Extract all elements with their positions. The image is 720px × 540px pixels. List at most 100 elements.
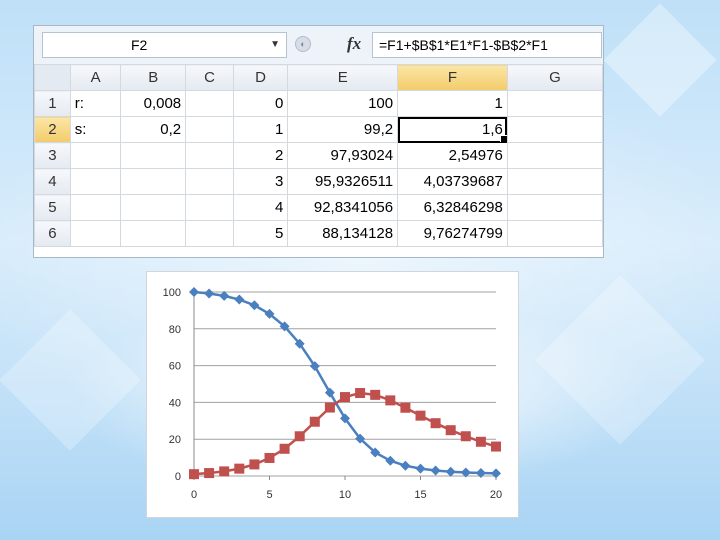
data-point-square [234,463,245,474]
cell-b5[interactable] [120,194,187,221]
data-point-diamond [415,463,426,474]
cell-f4[interactable]: 4,03739687 [397,168,508,195]
column-header-d[interactable]: D [232,64,289,91]
data-point-square [324,402,335,413]
column-header-e[interactable]: E [287,64,399,91]
cell-b2[interactable]: 0,2 [120,116,187,143]
data-point-square [430,418,441,429]
cell-e1[interactable]: 100 [287,90,399,117]
cell-b1[interactable]: 0,008 [120,90,187,117]
x-tick-label: 20 [490,489,502,501]
cell-d4[interactable]: 3 [232,168,289,195]
data-point-square [249,459,260,470]
column-header-b[interactable]: B [120,64,187,91]
column-header-c[interactable]: C [185,64,234,91]
table-row: 5 4 92,8341056 6,32846298 [34,194,603,221]
row-header[interactable]: 1 [34,90,71,117]
cell-a4[interactable] [69,168,122,195]
column-header-g[interactable]: G [506,64,603,91]
cell-a6[interactable] [69,220,122,247]
cell-g4[interactable] [506,168,603,195]
data-point-square [400,402,411,413]
cell-b3[interactable] [120,142,187,169]
row-header[interactable]: 5 [34,194,71,221]
column-header-row: ABCDEFG [34,64,603,91]
cell-e2[interactable]: 99,2 [287,116,399,143]
decor-diamond [603,3,717,117]
cell-c1[interactable] [185,90,234,117]
decor-diamond [535,275,705,445]
formula-input[interactable]: =F1+$B$1*E1*F1-$B$2*F1 [372,32,602,58]
cell-g6[interactable] [506,220,603,247]
cell-e6[interactable]: 88,134128 [287,220,399,247]
data-point-diamond [385,455,396,466]
data-point-square [294,431,305,442]
cancel-icon[interactable]: ◐ [295,36,311,52]
cell-f6[interactable]: 9,76274799 [397,220,508,247]
data-point-square [219,466,230,477]
cell-e5[interactable]: 92,8341056 [287,194,399,221]
data-point-diamond [400,460,411,471]
cell-d2[interactable]: 1 [232,116,289,143]
data-point-square [460,431,471,442]
cell-g1[interactable] [506,90,603,117]
cell-d1[interactable]: 0 [232,90,289,117]
y-tick-label: 80 [169,324,181,336]
row-header[interactable]: 4 [34,168,71,195]
insert-function-button[interactable]: fx [347,34,361,54]
x-tick-label: 15 [414,489,426,501]
decor-diamond [0,309,141,451]
cell-a2[interactable]: s: [69,116,122,143]
data-point-square [491,441,501,452]
cell-c5[interactable] [185,194,234,221]
table-row: 1 r: 0,008 0 100 1 [34,90,603,117]
y-tick-label: 0 [175,471,181,483]
cell-b4[interactable] [120,168,187,195]
data-point-square [445,425,456,436]
cell-d5[interactable]: 4 [232,194,289,221]
fill-handle[interactable] [499,135,507,142]
data-point-square [189,469,199,480]
cell-e3[interactable]: 97,93024 [287,142,399,169]
cell-e4[interactable]: 95,9326511 [287,168,399,195]
cell-d3[interactable]: 2 [232,142,289,169]
cell-a1[interactable]: r: [69,90,122,117]
column-header-f[interactable]: F [397,64,508,91]
cell-b6[interactable] [120,220,187,247]
name-box[interactable]: F2 ▼ [42,32,287,58]
cell-g3[interactable] [506,142,603,169]
cell-a5[interactable] [69,194,122,221]
cell-f1[interactable]: 1 [397,90,508,117]
data-point-square [370,389,381,400]
cell-c4[interactable] [185,168,234,195]
row-header[interactable]: 6 [34,220,71,247]
data-point-square [264,452,275,463]
table-row: 6 5 88,134128 9,76274799 [34,220,603,247]
row-header[interactable]: 2 [34,116,71,143]
column-header-a[interactable]: A [69,64,122,91]
select-all-corner[interactable] [34,64,71,91]
cell-g5[interactable] [506,194,603,221]
data-point-diamond [475,468,486,479]
name-box-value: F2 [131,37,148,53]
data-point-diamond [204,288,215,299]
row-header[interactable]: 3 [34,142,71,169]
chevron-down-icon[interactable]: ▼ [270,33,280,57]
cell-c2[interactable] [185,116,234,143]
cell-c3[interactable] [185,142,234,169]
data-point-square [415,410,426,421]
cell-a3[interactable] [69,142,122,169]
data-point-square [204,468,215,479]
y-tick-label: 20 [169,434,181,446]
cell-f3[interactable]: 2,54976 [397,142,508,169]
cell-f5[interactable]: 6,32846298 [397,194,508,221]
spreadsheet-grid: ABCDEFG 1 r: 0,008 0 100 1 2 s: 0,2 1 99,2 1,6 3 2 97,… [34,64,603,247]
x-tick-label: 10 [339,489,351,501]
excel-screenshot: F2 ▼ ◐ fx =F1+$B$1*E1*F1-$B$2*F1 ABCDEFG… [33,25,604,258]
cell-d6[interactable]: 5 [232,220,289,247]
table-row: 4 3 95,9326511 4,03739687 [34,168,603,195]
y-tick-label: 100 [163,287,181,299]
cell-f2[interactable]: 1,6 [397,116,508,143]
cell-g2[interactable] [506,116,603,143]
cell-c6[interactable] [185,220,234,247]
